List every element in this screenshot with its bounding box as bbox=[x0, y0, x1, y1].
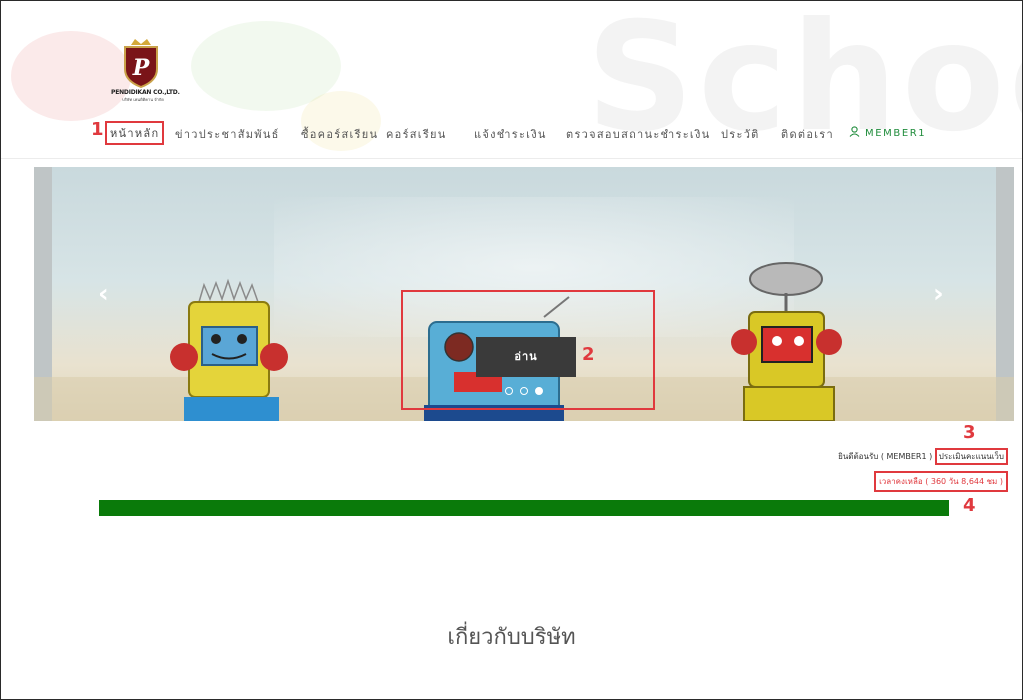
nav-home[interactable]: หน้าหลัก bbox=[105, 121, 165, 145]
nav-courses[interactable]: คอร์สเรียน bbox=[386, 125, 447, 143]
nav-news[interactable]: ข่าวประชาสัมพันธ์ bbox=[175, 125, 280, 143]
slider-dot-2[interactable] bbox=[520, 387, 528, 395]
page-frame: School P PENDIDIKAN CO.,LTD. บริษัท เพนด… bbox=[0, 0, 1023, 700]
robot-left bbox=[170, 278, 288, 421]
read-more-button[interactable]: อ่าน bbox=[476, 337, 576, 377]
slider-dots bbox=[505, 387, 543, 395]
user-icon bbox=[849, 126, 860, 137]
logo-company-subtitle: บริษัท เพนดิดิคาน จำกัด bbox=[122, 97, 164, 102]
logo-company-name: PENDIDIKAN CO.,LTD. bbox=[111, 89, 180, 96]
evaluate-website-link[interactable]: ประเมินคะแนนเว็บ bbox=[934, 448, 1008, 465]
nav-payment-status[interactable]: ตรวจสอบสถานะชำระเงิน bbox=[566, 125, 710, 143]
hero-slider: ‹ › อ่าน 2 bbox=[34, 167, 1014, 421]
marker-4: 4 bbox=[963, 495, 976, 516]
remaining-progress-bar bbox=[99, 500, 949, 516]
nav-user-label: MEMBER1 bbox=[865, 128, 927, 139]
about-company-heading: เกี่ยวกับบริษัท bbox=[447, 625, 576, 650]
marker-1: 1 bbox=[91, 119, 104, 140]
marker-3: 3 bbox=[963, 422, 976, 443]
nav-user-menu[interactable]: MEMBER1 bbox=[849, 126, 926, 139]
welcome-line: ยินดีต้อนรับ ( MEMBER1 ) ประเมินคะแนนเว็… bbox=[838, 448, 1008, 465]
slider-dot-3[interactable] bbox=[535, 387, 543, 395]
slider-prev-arrow[interactable]: ‹ bbox=[98, 279, 109, 309]
nav-contact[interactable]: ติดต่อเรา bbox=[781, 125, 834, 143]
progress-fill bbox=[99, 500, 949, 516]
svg-text:P: P bbox=[132, 55, 151, 81]
header: School P PENDIDIKAN CO.,LTD. บริษัท เพนด… bbox=[1, 1, 1022, 159]
nav-history[interactable]: ประวัติ bbox=[721, 125, 760, 143]
main-nav: 1 หน้าหลัก ข่าวประชาสัมพันธ์ ซื้อคอร์สเร… bbox=[91, 119, 991, 149]
slider-next-arrow[interactable]: › bbox=[933, 279, 944, 309]
welcome-text: ยินดีต้อนรับ ( MEMBER1 ) bbox=[838, 452, 933, 461]
nav-payment-notify[interactable]: แจ้งชำระเงิน bbox=[474, 125, 547, 143]
robot-right bbox=[731, 262, 842, 421]
company-logo[interactable]: P PENDIDIKAN CO.,LTD. บริษัท เพนดิดิคาน … bbox=[111, 35, 180, 121]
shield-logo-icon: P bbox=[124, 39, 158, 89]
marker-2: 2 bbox=[582, 344, 595, 365]
nav-buy-course[interactable]: ซื้อคอร์สเรียน bbox=[301, 125, 378, 143]
slider-dot-1[interactable] bbox=[505, 387, 513, 395]
remaining-time: เวลาคงเหลือ ( 360 วัน 8,644 ชม ) bbox=[874, 471, 1008, 492]
